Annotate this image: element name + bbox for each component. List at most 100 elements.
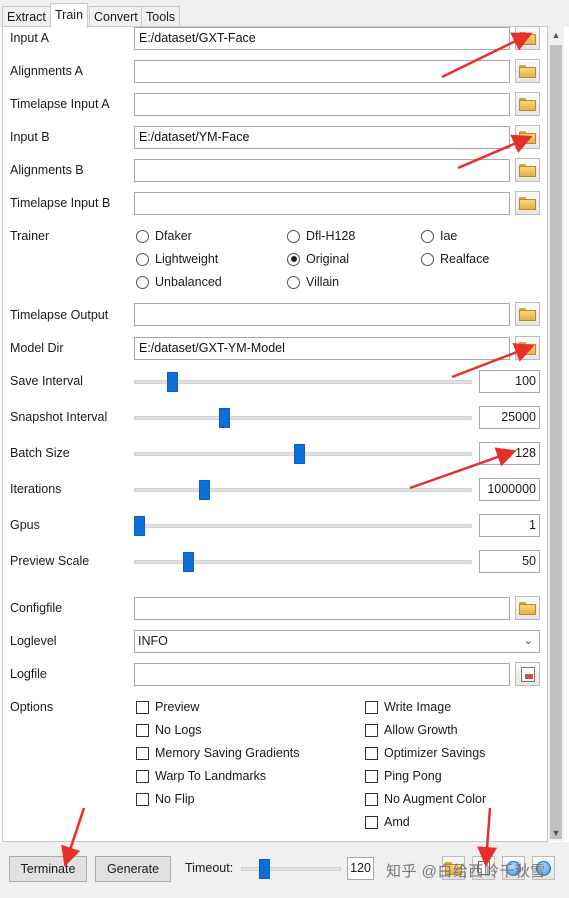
checkbox xyxy=(365,769,378,783)
model-dir-browse-button[interactable] xyxy=(515,336,540,360)
save-interval-spinbox[interactable]: 100 xyxy=(479,370,540,393)
timelapse-input-a-browse-button[interactable] xyxy=(515,92,540,116)
loglevel-select[interactable]: INFO ⌄ xyxy=(134,630,540,653)
checkbox-label: Amd xyxy=(384,815,410,829)
checkbox-label: Warp To Landmarks xyxy=(155,769,267,783)
snapshot-interval-spinbox[interactable]: 25000 xyxy=(479,406,540,429)
option-no-flip[interactable]: No Flip xyxy=(136,792,195,806)
input-b-browse-button[interactable] xyxy=(515,125,540,149)
timeout-spinbox[interactable]: 120 xyxy=(347,857,374,880)
option-no-augment-color[interactable]: No Augment Color xyxy=(365,792,486,806)
checkbox-label: No Flip xyxy=(155,792,195,806)
iterations-slider-handle[interactable] xyxy=(199,480,211,500)
timelapse-input-b-browse-button[interactable] xyxy=(515,191,540,215)
logfile-field[interactable] xyxy=(134,663,510,686)
chevron-down-icon: ⌄ xyxy=(523,635,533,647)
timelapse-input-a-field[interactable] xyxy=(134,93,510,116)
gpus-slider[interactable] xyxy=(134,524,472,528)
model-dir-field[interactable]: E:/dataset/GXT-YM-Model xyxy=(134,337,510,360)
logfile-save-button[interactable] xyxy=(515,662,540,686)
option-preview[interactable]: Preview xyxy=(136,700,199,714)
tab-extract[interactable]: Extract xyxy=(2,6,51,27)
gpus-slider-handle[interactable] xyxy=(134,516,145,536)
checkbox-label: Preview xyxy=(155,700,200,714)
timeout-slider[interactable] xyxy=(241,867,341,871)
input-b-field[interactable]: E:/dataset/YM-Face xyxy=(134,126,510,149)
trainer-option-dfl-h128[interactable]: Dfl-H128 xyxy=(287,229,355,243)
preview-scale-label: Preview Scale xyxy=(10,554,90,568)
generate-button[interactable]: Generate xyxy=(95,856,171,882)
option-write-image[interactable]: Write Image xyxy=(365,700,451,714)
option-ping-pong[interactable]: Ping Pong xyxy=(365,769,442,783)
iterations-slider[interactable] xyxy=(134,488,472,492)
checkbox xyxy=(365,700,378,714)
loglevel-label: Loglevel xyxy=(10,634,57,648)
alignments-b-browse-button[interactable] xyxy=(515,158,540,182)
input-a-browse-button[interactable] xyxy=(515,26,540,50)
checkbox xyxy=(136,769,149,783)
trainer-option-villain[interactable]: Villain xyxy=(287,275,339,289)
timelapse-input-a-label: Timelapse Input A xyxy=(10,97,110,111)
checkbox-label: Allow Growth xyxy=(384,723,458,737)
tab-train[interactable]: Train xyxy=(50,3,89,28)
save-interval-slider[interactable] xyxy=(134,380,472,384)
preview-scale-spinbox[interactable]: 50 xyxy=(479,550,540,573)
radio-dot xyxy=(136,229,149,243)
timelapse-output-browse-button[interactable] xyxy=(515,302,540,326)
trainer-option-lightweight[interactable]: Lightweight xyxy=(136,252,218,266)
scroll-up-icon[interactable]: ▲ xyxy=(548,27,564,43)
alignments-a-browse-button[interactable] xyxy=(515,59,540,83)
folder-icon xyxy=(519,130,536,144)
folder-icon xyxy=(519,31,536,45)
configfile-field[interactable] xyxy=(134,597,510,620)
checkbox xyxy=(136,700,149,714)
scrollbar-thumb[interactable] xyxy=(550,45,562,839)
radio-dot-selected xyxy=(287,252,300,266)
snapshot-interval-slider-handle[interactable] xyxy=(218,408,230,428)
snapshot-interval-label: Snapshot Interval xyxy=(10,410,108,424)
save-file-icon xyxy=(520,666,535,682)
tab-bar: Extract Train Convert Tools xyxy=(0,0,569,28)
trainer-option-unbalanced[interactable]: Unbalanced xyxy=(136,275,222,289)
trainer-option-dfaker[interactable]: Dfaker xyxy=(136,229,192,243)
batch-size-slider-handle[interactable] xyxy=(293,444,305,464)
option-no-logs[interactable]: No Logs xyxy=(136,723,202,737)
radio-label: Unbalanced xyxy=(155,275,222,289)
snapshot-interval-slider[interactable] xyxy=(134,416,472,420)
alignments-b-field[interactable] xyxy=(134,159,510,182)
tab-convert[interactable]: Convert xyxy=(89,6,143,27)
alignments-a-label: Alignments A xyxy=(10,64,83,78)
radio-dot xyxy=(287,275,300,289)
input-b-label: Input B xyxy=(10,130,50,144)
tab-tools[interactable]: Tools xyxy=(141,6,181,27)
batch-size-spinbox[interactable]: 128 xyxy=(479,442,540,465)
input-a-field[interactable]: E:/dataset/GXT-Face xyxy=(134,27,510,50)
timeout-slider-handle[interactable] xyxy=(258,859,270,879)
checkbox-label: No Augment Color xyxy=(384,792,487,806)
trainer-option-iae[interactable]: Iae xyxy=(421,229,457,243)
timelapse-input-b-field[interactable] xyxy=(134,192,510,215)
scroll-down-icon[interactable]: ▼ xyxy=(548,825,564,841)
alignments-a-field[interactable] xyxy=(134,60,510,83)
iterations-spinbox[interactable]: 1000000 xyxy=(479,478,540,501)
save-interval-slider-handle[interactable] xyxy=(166,372,178,392)
preview-scale-slider-handle[interactable] xyxy=(182,552,194,572)
folder-icon xyxy=(519,307,536,321)
trainer-option-original[interactable]: Original xyxy=(287,252,349,266)
timelapse-output-field[interactable] xyxy=(134,303,510,326)
gpus-spinbox[interactable]: 1 xyxy=(479,514,540,537)
terminate-button[interactable]: Terminate xyxy=(9,856,87,882)
option-allow-growth[interactable]: Allow Growth xyxy=(365,723,458,737)
option-optimizer-savings[interactable]: Optimizer Savings xyxy=(365,746,485,760)
gpus-label: Gpus xyxy=(10,518,40,532)
radio-dot xyxy=(287,229,300,243)
option-amd[interactable]: Amd xyxy=(365,815,410,829)
checkbox-label: Write Image xyxy=(384,700,452,714)
vertical-scrollbar[interactable]: ▲ ▼ xyxy=(548,27,564,841)
radio-dot xyxy=(421,252,434,266)
radio-dot xyxy=(136,252,149,266)
option-warp-to-landmarks[interactable]: Warp To Landmarks xyxy=(136,769,266,783)
option-memory-saving-gradients[interactable]: Memory Saving Gradients xyxy=(136,746,300,760)
trainer-option-realface[interactable]: Realface xyxy=(421,252,489,266)
configfile-browse-button[interactable] xyxy=(515,596,540,620)
